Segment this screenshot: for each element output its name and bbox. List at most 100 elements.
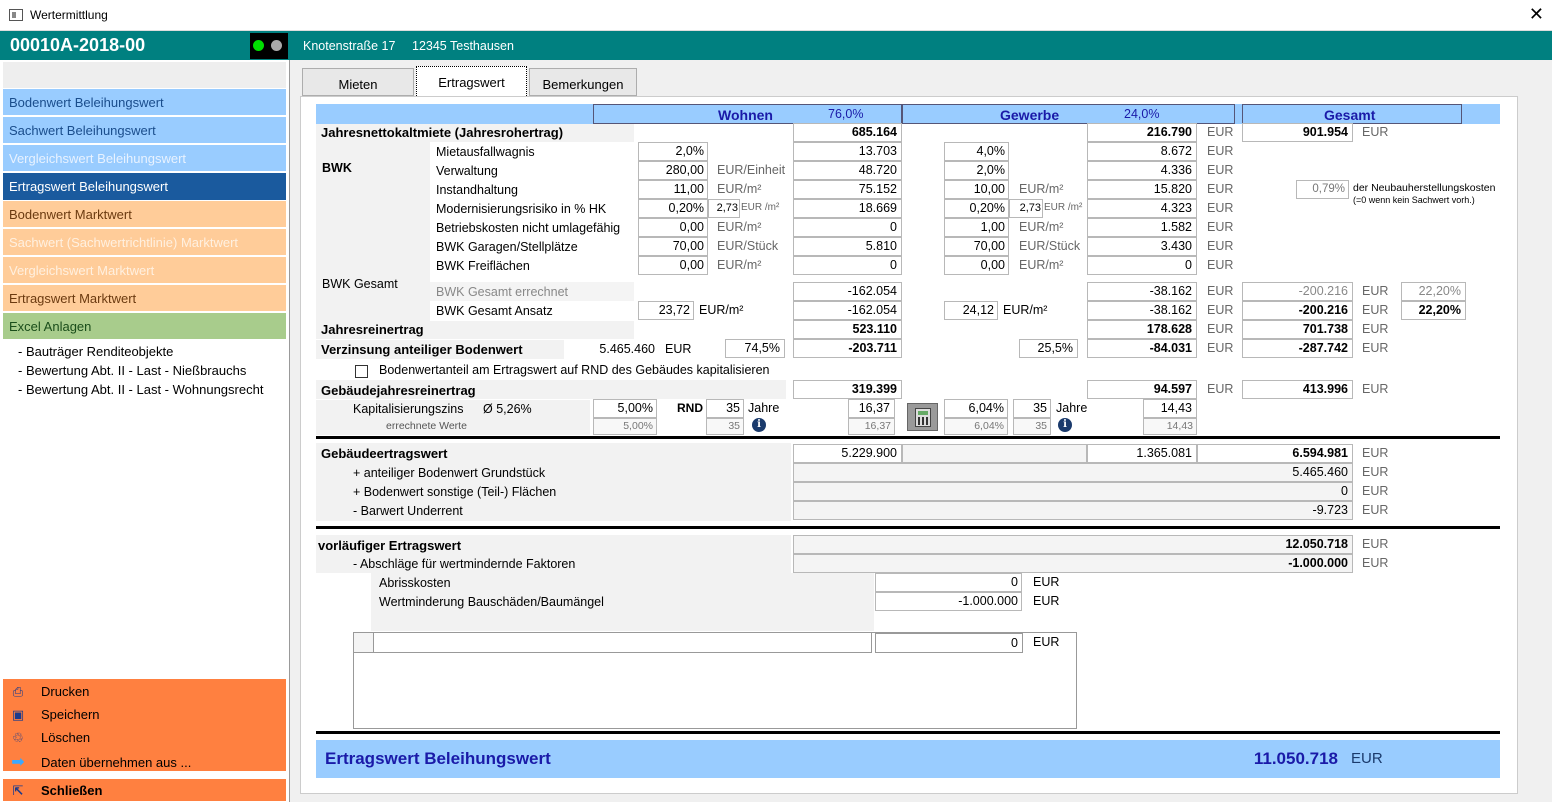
result-label: Ertragswert Beleihungswert bbox=[325, 749, 551, 768]
action-panel: ⎙ Drucken ▣ Speichern ♲ Löschen ➡ Daten über… bbox=[3, 679, 286, 771]
eur-unit: EUR bbox=[1207, 239, 1234, 253]
errw-gewerbe-zins: 6,04% bbox=[944, 418, 1008, 435]
save-button[interactable]: ▣ Speichern bbox=[9, 707, 100, 723]
sidebar-item-bodenwert-beleihung[interactable]: Bodenwert Beleihungswert bbox=[3, 89, 286, 116]
bwk-err-gesamt: -200.216 bbox=[1242, 282, 1353, 301]
delete-button[interactable]: ♲ Löschen bbox=[9, 730, 90, 746]
verwaltung-gewerbe-input[interactable]: 2,0% bbox=[944, 161, 1009, 180]
bwk-ans-gewerbe-input[interactable]: 24,12 bbox=[944, 301, 998, 320]
antbw-value: 5.465.460 bbox=[793, 463, 1353, 482]
verz-wohnen: -203.711 bbox=[793, 339, 902, 358]
tab-mieten[interactable]: Mieten bbox=[302, 68, 414, 96]
close-button[interactable]: ⇱ Schließen bbox=[3, 779, 286, 801]
errw-wohnen-rnd: 35 bbox=[706, 418, 744, 435]
record-id-bar: 00010A-2018-00 bbox=[0, 31, 290, 60]
sidebar-item-sachwert-beleihung[interactable]: Sachwert Beleihungswert bbox=[3, 117, 286, 144]
kap-label: Kapitalisierungszins bbox=[353, 402, 464, 416]
wertmind-label: Wertminderung Bauschäden/Baumängel bbox=[379, 595, 604, 609]
betrieb-wohnen-input[interactable]: 0,00 bbox=[638, 218, 708, 237]
status-gray-icon bbox=[271, 40, 282, 51]
modern-gewerbe-input2[interactable]: 2,73 bbox=[1009, 199, 1043, 218]
eur-unit: EUR bbox=[1362, 537, 1389, 551]
eur-unit: EUR bbox=[1207, 201, 1234, 215]
close-icon[interactable]: ✕ bbox=[1529, 4, 1544, 25]
betrieb-label: Betriebskosten nicht umlagefähig bbox=[436, 221, 621, 235]
verwaltung-wohnen-input[interactable]: 280,00 bbox=[638, 161, 708, 180]
address-street: Knotenstraße 17 bbox=[303, 39, 396, 53]
modern-gewerbe-input[interactable]: 0,20% bbox=[944, 199, 1009, 218]
eur-unit: EUR bbox=[1207, 284, 1234, 298]
modern-wohnen-input2[interactable]: 2,73 bbox=[708, 199, 740, 218]
kap-gewerbe-zins-input[interactable]: 6,04% bbox=[944, 399, 1008, 418]
divider bbox=[316, 526, 1500, 529]
grid-label-cell[interactable] bbox=[374, 633, 872, 653]
tab-ertragswert[interactable]: Ertragswert bbox=[416, 66, 527, 96]
instand-wohnen-unit: EUR/m² bbox=[717, 182, 762, 196]
address-city: 12345 Testhausen bbox=[412, 39, 514, 53]
eur-unit: EUR bbox=[1207, 341, 1234, 355]
mietausfall-gewerbe-input[interactable]: 4,0% bbox=[944, 142, 1009, 161]
bodenwert-kapitalisieren-checkbox[interactable] bbox=[355, 365, 368, 378]
bwk-ans-gewerbe-unit: EUR/m² bbox=[1003, 303, 1048, 317]
gew-label: Gebäudeertragswert bbox=[321, 446, 448, 461]
bwk-ans-wohnen: -162.054 bbox=[793, 301, 902, 320]
garagen-wohnen-input[interactable]: 70,00 bbox=[638, 237, 708, 256]
import-label: Daten übernehmen aus ... bbox=[41, 755, 192, 770]
mietausfall-wohnen: 13.703 bbox=[793, 142, 902, 161]
sublist-item-bautraeger[interactable]: - Bauträger Renditeobjekte bbox=[18, 344, 173, 359]
frei-label: BWK Freiflächen bbox=[436, 259, 530, 273]
jnkm-gesamt: 901.954 bbox=[1242, 123, 1353, 142]
divider bbox=[316, 436, 1500, 439]
absch-label: - Abschläge für wertmindernde Faktoren bbox=[353, 557, 576, 571]
instand-note1: der Neubauherstellungskosten bbox=[1353, 182, 1496, 194]
wertmind-input[interactable]: -1.000.000 bbox=[875, 592, 1022, 611]
sidebar-item-excel-anlagen[interactable]: Excel Anlagen bbox=[3, 313, 286, 340]
verz-bodenwert: 5.465.460 bbox=[599, 342, 655, 356]
custom-deductions-grid[interactable]: 0 EUR bbox=[353, 632, 1077, 729]
info-icon[interactable]: i bbox=[1058, 418, 1072, 432]
sublist-item-niessbrauch[interactable]: - Bewertung Abt. II - Last - Nießbrauchs bbox=[18, 363, 246, 378]
mietausfall-wohnen-input[interactable]: 2,0% bbox=[638, 142, 708, 161]
close-label: Schließen bbox=[41, 783, 103, 798]
grid-value-cell[interactable]: 0 bbox=[875, 633, 1023, 653]
abriss-input[interactable]: 0 bbox=[875, 573, 1022, 592]
frei-wohnen: 0 bbox=[793, 256, 902, 275]
betrieb-gewerbe-input[interactable]: 1,00 bbox=[944, 218, 1009, 237]
frei-gewerbe-input[interactable]: 0,00 bbox=[944, 256, 1009, 275]
frei-wohnen-unit: EUR/m² bbox=[717, 258, 762, 272]
sidebar-item-bodenwert-markt[interactable]: Bodenwert Marktwert bbox=[3, 201, 286, 228]
print-button[interactable]: ⎙ Drucken bbox=[9, 684, 90, 700]
bwk-ans-wohnen-input[interactable]: 23,72 bbox=[638, 301, 694, 320]
verz-bodenwert-unit: EUR bbox=[665, 342, 692, 356]
eur-unit: EUR bbox=[1362, 341, 1389, 355]
jahre-label: Jahre bbox=[748, 401, 780, 415]
kap-gewerbe-rnd-input[interactable]: 35 bbox=[1013, 399, 1051, 418]
verz-gewerbe: -84.031 bbox=[1087, 339, 1197, 358]
calculator-button[interactable] bbox=[907, 403, 938, 431]
kap-wohnen-rnd-input[interactable]: 35 bbox=[706, 399, 744, 418]
import-button[interactable]: ➡ Daten übernehmen aus ... bbox=[9, 752, 191, 771]
frei-gewerbe: 0 bbox=[1087, 256, 1197, 275]
kap-wohnen-zins-input[interactable]: 5,00% bbox=[593, 399, 657, 418]
instand-gewerbe-input[interactable]: 10,00 bbox=[944, 180, 1009, 199]
sidebar-item-ertragswert-beleihung[interactable]: Ertragswert Beleihungswert bbox=[3, 173, 286, 201]
jnkm-wohnen: 685.164 bbox=[793, 123, 902, 142]
save-icon: ▣ bbox=[11, 708, 25, 723]
info-icon[interactable]: i bbox=[752, 418, 766, 432]
garagen-gewerbe-input[interactable]: 70,00 bbox=[944, 237, 1009, 256]
instand-wohnen-input[interactable]: 11,00 bbox=[638, 180, 708, 199]
eur-unit: EUR bbox=[1362, 382, 1389, 396]
eur-unit: EUR bbox=[1207, 163, 1234, 177]
sublist-item-wohnungsrecht[interactable]: - Bewertung Abt. II - Last - Wohnungsrec… bbox=[18, 382, 263, 397]
tab-bemerkungen[interactable]: Bemerkungen bbox=[529, 68, 637, 96]
errw-gewerbe-rnd: 35 bbox=[1013, 418, 1051, 435]
frei-wohnen-input[interactable]: 0,00 bbox=[638, 256, 708, 275]
eur-unit: EUR bbox=[1033, 594, 1060, 608]
modern-wohnen-input[interactable]: 0,20% bbox=[638, 199, 708, 218]
sidebar-item-ertragswert-markt[interactable]: Ertragswert Marktwert bbox=[3, 285, 286, 312]
window-title: Wertermittlung bbox=[30, 8, 108, 22]
errw-wohnen-faktor: 16,37 bbox=[848, 418, 895, 435]
result-value: 11.050.718 bbox=[1253, 749, 1338, 768]
instand-pct-input[interactable]: 0,79% bbox=[1296, 180, 1349, 199]
sidebar-item-vergleichswert-markt: Vergleichswert Marktwert bbox=[3, 257, 286, 284]
